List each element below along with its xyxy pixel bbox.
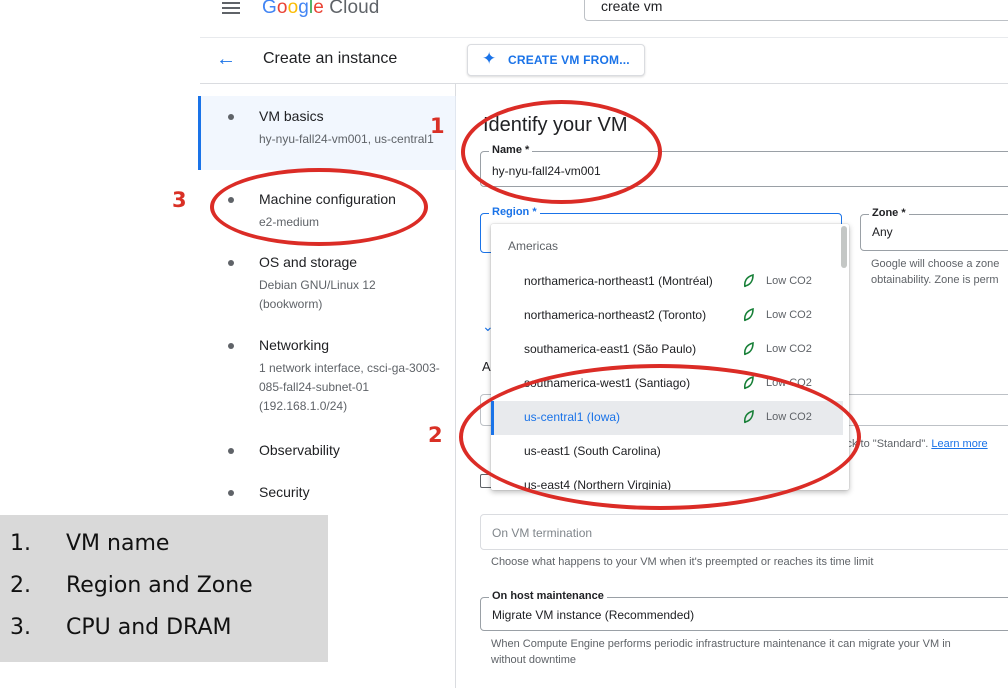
section-label-partial: A bbox=[482, 359, 491, 374]
annotation-number-2: 2 bbox=[428, 423, 443, 447]
host-help-line-2: without downtime bbox=[491, 654, 576, 666]
low-co2-badge: Low CO2 bbox=[766, 309, 812, 321]
region-option[interactable]: northamerica-northeast2 (Toronto) Low CO2 bbox=[491, 299, 843, 333]
step-title: Observability bbox=[259, 442, 340, 458]
low-co2-badge: Low CO2 bbox=[766, 275, 812, 287]
step-dot bbox=[228, 448, 234, 454]
sparkle-icon: ✦ bbox=[482, 49, 497, 68]
annotation-number-3: 3 bbox=[172, 188, 187, 212]
page-header: ← Create an instance ✦ CREATE VM FROM... bbox=[200, 38, 1008, 84]
zone-select-value: Any bbox=[872, 225, 893, 239]
region-option-name: southamerica-east1 (São Paulo) bbox=[524, 342, 697, 356]
step-title: Security bbox=[259, 484, 310, 500]
step-subtitle: 1 network interface, csci-ga-3003-085-fa… bbox=[259, 361, 440, 413]
top-bar: Google Cloud create vm bbox=[200, 0, 1008, 38]
create-vm-from-button[interactable]: ✦ CREATE VM FROM... bbox=[467, 44, 645, 76]
google-cloud-logo[interactable]: Google Cloud bbox=[262, 0, 379, 19]
region-option[interactable]: northamerica-northeast1 (Montréal) Low CO… bbox=[491, 265, 843, 299]
menu-icon[interactable] bbox=[222, 0, 242, 18]
zone-select[interactable]: Zone * Any bbox=[860, 207, 1008, 251]
zone-help-line-2: obtainability. Zone is perm bbox=[871, 274, 999, 286]
step-title: VM basics bbox=[259, 108, 324, 124]
zone-help-line-1: Google will choose a zone bbox=[871, 258, 1000, 270]
legend-text: CPU and DRAM bbox=[66, 615, 232, 640]
search-input[interactable]: create vm bbox=[584, 0, 1008, 21]
legend-text: Region and Zone bbox=[66, 573, 253, 598]
legend-number: 3. bbox=[10, 615, 31, 640]
host-help-line-1: When Compute Engine performs periodic in… bbox=[491, 638, 951, 650]
dropdown-group-label: Americas bbox=[508, 239, 559, 253]
annotation-ellipse-machine-config bbox=[210, 168, 428, 246]
dropdown-scrollbar[interactable] bbox=[841, 226, 847, 268]
active-step-indicator bbox=[198, 96, 201, 170]
back-arrow-icon[interactable]: ← bbox=[216, 48, 236, 71]
region-option[interactable]: southamerica-east1 (São Paulo) Low CO2 bbox=[491, 333, 843, 367]
host-maintenance-value: Migrate VM instance (Recommended) bbox=[492, 608, 695, 622]
vm-termination-placeholder: On VM termination bbox=[492, 526, 593, 540]
annotation-ellipse-vm-name bbox=[461, 100, 662, 204]
step-subtitle: hy-nyu-fall24-vm001, us-central1 bbox=[259, 132, 434, 146]
zone-select-label: Zone * bbox=[869, 207, 909, 219]
create-vm-from-label: CREATE VM FROM... bbox=[508, 53, 630, 67]
low-co2-badge: Low CO2 bbox=[766, 343, 812, 355]
logo-google-text: Google bbox=[262, 0, 324, 18]
region-option-name: northamerica-northeast1 (Montréal) bbox=[524, 274, 713, 288]
step-dot bbox=[228, 260, 234, 266]
host-maintenance-label: On host maintenance bbox=[489, 590, 607, 602]
step-dot bbox=[228, 114, 234, 120]
annotation-ellipse-region bbox=[459, 364, 861, 510]
step-title: OS and storage bbox=[259, 254, 358, 270]
annotation-number-1: 1 bbox=[430, 114, 445, 138]
step-dot bbox=[228, 490, 234, 496]
legend-text: VM name bbox=[66, 531, 170, 556]
termination-help: Choose what happens to your VM when it's… bbox=[491, 556, 874, 568]
logo-cloud-text: Cloud bbox=[329, 0, 380, 18]
step-dot bbox=[228, 343, 234, 349]
leaf-icon bbox=[743, 274, 754, 288]
vm-termination-select[interactable]: On VM termination bbox=[480, 514, 1008, 550]
region-option-name: northamerica-northeast2 (Toronto) bbox=[524, 308, 707, 322]
step-title: Networking bbox=[259, 337, 330, 353]
host-maintenance-select[interactable]: On host maintenance Migrate VM instance … bbox=[480, 590, 1008, 631]
region-select-label: Region * bbox=[489, 206, 540, 218]
learn-more-link[interactable]: Learn more bbox=[931, 438, 987, 450]
page-title: Create an instance bbox=[263, 50, 398, 67]
legend-number: 2. bbox=[10, 573, 31, 598]
leaf-icon bbox=[743, 308, 754, 322]
leaf-icon bbox=[743, 342, 754, 356]
step-subtitle: Debian GNU/Linux 12 (bookworm) bbox=[259, 278, 376, 311]
provisioning-note: tick to "Standard". Learn more bbox=[841, 438, 988, 450]
legend-number: 1. bbox=[10, 531, 31, 556]
annotation-legend: 1. VM name 2. Region and Zone 3. CPU and… bbox=[0, 515, 328, 662]
